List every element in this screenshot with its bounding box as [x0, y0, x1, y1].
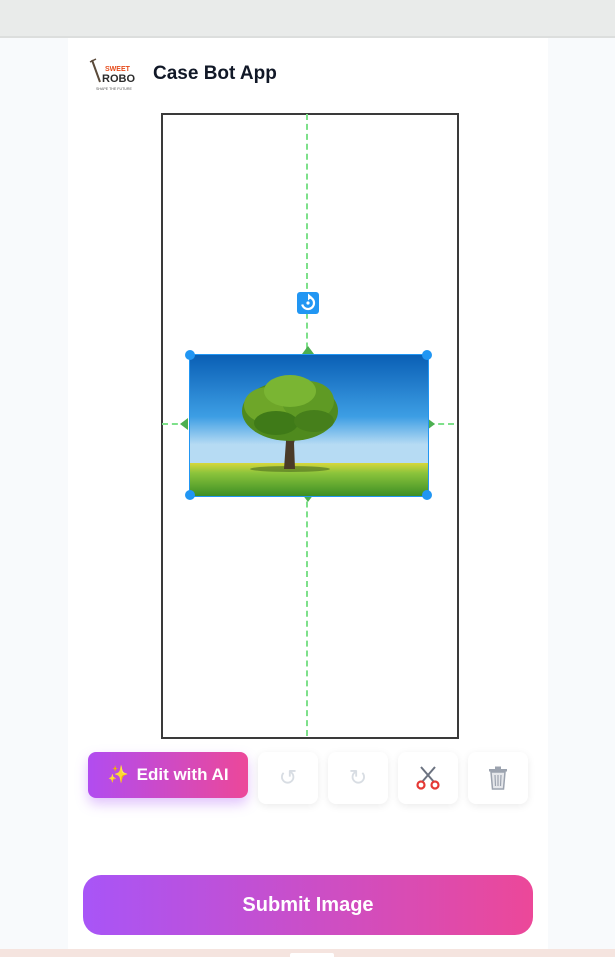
scissors-icon — [416, 766, 440, 790]
sparkles-icon: ✨ — [107, 765, 129, 784]
browser-top-strip — [0, 0, 615, 38]
resize-handle-top-right[interactable] — [422, 350, 432, 360]
delete-button[interactable] — [468, 752, 528, 804]
logo-tagline: SHAPE THE FUTURE — [96, 87, 132, 91]
resize-handle-top-left[interactable] — [185, 350, 195, 360]
app-header: SWEET ROBO SHAPE THE FUTURE Case Bot App — [86, 54, 346, 94]
resize-handle-bottom-left[interactable] — [185, 490, 195, 500]
redo-icon: ↻ — [348, 765, 368, 791]
trash-icon — [489, 766, 507, 790]
rotate-handle[interactable] — [297, 292, 319, 314]
cut-button[interactable] — [398, 752, 458, 804]
snap-arrow-left — [180, 418, 188, 430]
resize-handle-bottom-right[interactable] — [422, 490, 432, 500]
logo-text-main: ROBO — [102, 73, 135, 85]
placed-image-tree[interactable] — [189, 354, 429, 497]
edit-with-ai-label: Edit with AI — [136, 765, 229, 784]
undo-button[interactable]: ↺ — [258, 752, 318, 804]
logo-text-top: SWEET — [105, 66, 131, 73]
editor-toolbar: ✨ Edit with AI ↺ ↻ — [88, 752, 533, 812]
rotate-icon — [301, 293, 316, 311]
app-title: Case Bot App — [153, 63, 277, 84]
undo-icon: ↺ — [278, 765, 298, 791]
snap-arrow-up — [302, 346, 314, 354]
edit-with-ai-button[interactable]: ✨ Edit with AI — [88, 752, 248, 798]
submit-image-button[interactable]: Submit Image — [83, 875, 533, 935]
bottom-tab — [290, 953, 334, 957]
sweet-robo-logo: SWEET ROBO SHAPE THE FUTURE — [86, 56, 136, 94]
redo-button[interactable]: ↻ — [328, 752, 388, 804]
